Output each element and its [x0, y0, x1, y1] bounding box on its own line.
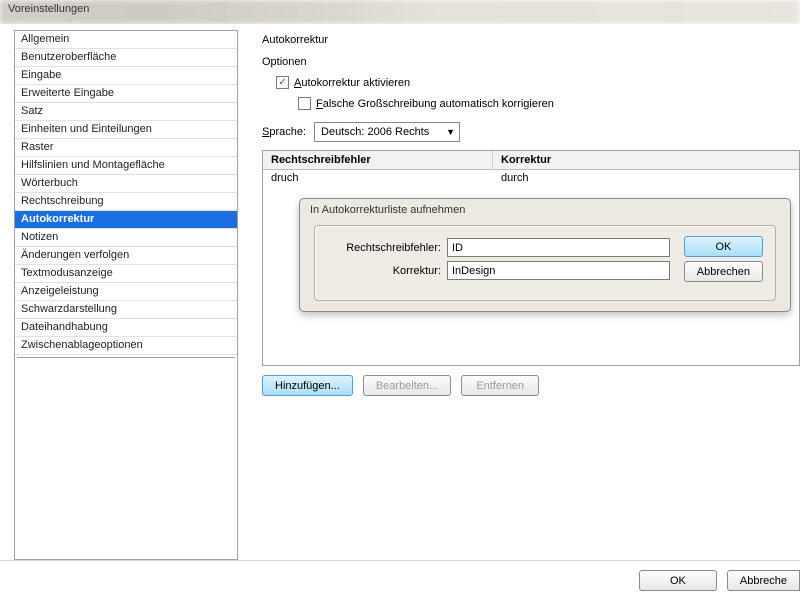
- dialog-cancel-button[interactable]: Abbrechen: [684, 261, 763, 282]
- misspelling-input[interactable]: [447, 238, 670, 257]
- sidebar-item-einheiten[interactable]: Einheiten und Einteilungen: [15, 121, 237, 139]
- correction-input[interactable]: [447, 261, 670, 280]
- chevron-down-icon: ▼: [440, 127, 455, 137]
- sidebar-item-allgemein[interactable]: Allgemein: [15, 31, 237, 49]
- dialog-title: In Autokorrekturliste aufnehmen: [300, 199, 790, 224]
- sidebar-item-hilfslinien[interactable]: Hilfslinien und Montagefläche: [15, 157, 237, 175]
- sidebar-empty-area: [17, 357, 235, 557]
- sidebar-item-schwarzdarstellung[interactable]: Schwarzdarstellung: [15, 301, 237, 319]
- sidebar-item-anzeigeleistung[interactable]: Anzeigeleistung: [15, 283, 237, 301]
- field-label-misspelling: Rechtschreibfehler:: [327, 242, 447, 254]
- sidebar-item-notizen[interactable]: Notizen: [15, 229, 237, 247]
- sidebar-item-erweiterte-eingabe[interactable]: Erweiterte Eingabe: [15, 85, 237, 103]
- field-label-correction: Korrektur:: [327, 265, 447, 277]
- panel-title: Autokorrektur: [262, 30, 800, 56]
- checkbox-activate-autocorrect-label: Autokorrektur aktivieren: [294, 77, 410, 89]
- sidebar-item-woerterbuch[interactable]: Wörterbuch: [15, 175, 237, 193]
- options-group-label: Optionen: [262, 56, 800, 74]
- sidebar-item-zwischenablage[interactable]: Zwischenablageoptionen: [15, 337, 237, 355]
- table-header-misspelling[interactable]: Rechtschreibfehler: [263, 151, 493, 169]
- language-dropdown[interactable]: Deutsch: 2006 Rechts ▼: [314, 122, 460, 142]
- footer-cancel-button[interactable]: Abbreche: [727, 570, 800, 591]
- language-label: Sprache:: [262, 126, 306, 138]
- sidebar-item-autokorrektur[interactable]: Autokorrektur: [15, 211, 237, 229]
- sidebar-item-eingabe[interactable]: Eingabe: [15, 67, 237, 85]
- edit-button[interactable]: Bearbeiten...: [363, 375, 451, 396]
- sidebar-item-benutzeroberflaeche[interactable]: Benutzeroberfläche: [15, 49, 237, 67]
- sidebar-item-dateihandhabung[interactable]: Dateihandhabung: [15, 319, 237, 337]
- remove-button[interactable]: Entfernen: [461, 375, 539, 396]
- dialog-ok-button[interactable]: OK: [684, 236, 763, 257]
- table-cell: durch: [501, 172, 791, 184]
- checkbox-fix-capitalization[interactable]: [298, 97, 311, 110]
- sidebar-item-raster[interactable]: Raster: [15, 139, 237, 157]
- add-button[interactable]: Hinzufügen...: [262, 375, 353, 396]
- table-header-correction[interactable]: Korrektur: [493, 151, 799, 169]
- table-body-area: In Autokorrekturliste aufnehmen Rechtsch…: [262, 186, 800, 366]
- language-dropdown-value: Deutsch: 2006 Rechts: [321, 126, 429, 138]
- category-sidebar: Allgemein Benutzeroberfläche Eingabe Erw…: [14, 30, 238, 560]
- footer-ok-button[interactable]: OK: [639, 570, 717, 591]
- autocorrect-table: Rechtschreibfehler Korrektur druch durch: [262, 150, 800, 186]
- table-row[interactable]: druch durch: [263, 170, 799, 186]
- sidebar-item-rechtschreibung[interactable]: Rechtschreibung: [15, 193, 237, 211]
- add-entry-dialog: In Autokorrekturliste aufnehmen Rechtsch…: [299, 198, 791, 312]
- checkbox-fix-capitalization-label: Falsche Großschreibung automatisch korri…: [316, 98, 554, 110]
- sidebar-item-aenderungen[interactable]: Änderungen verfolgen: [15, 247, 237, 265]
- window-title: Voreinstellungen: [0, 0, 97, 18]
- table-cell: druch: [271, 172, 501, 184]
- sidebar-item-satz[interactable]: Satz: [15, 103, 237, 121]
- checkbox-activate-autocorrect[interactable]: [276, 76, 289, 89]
- sidebar-item-textmodus[interactable]: Textmodusanzeige: [15, 265, 237, 283]
